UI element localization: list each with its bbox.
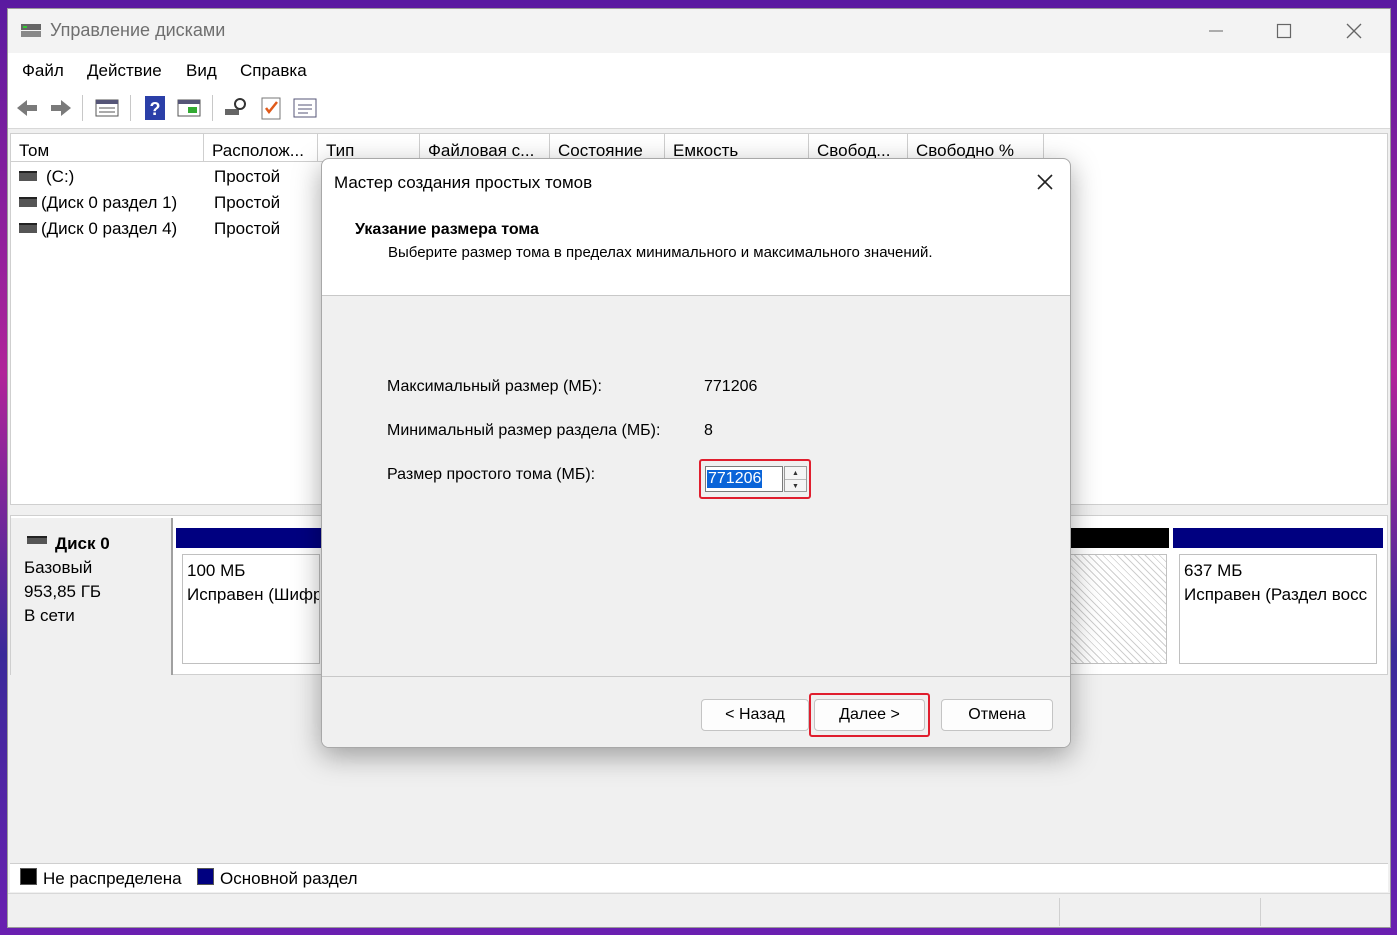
window-title: Управление дисками (50, 20, 226, 40)
partition-body: 637 МБ Исправен (Раздел восс (1179, 554, 1377, 664)
svg-text:?: ? (150, 99, 161, 119)
toolbar-separator (212, 95, 213, 121)
volume-layout: Простой (214, 167, 281, 186)
new-simple-volume-wizard: Мастер создания простых томов Указание р… (321, 158, 1071, 748)
close-window-button[interactable] (1324, 15, 1384, 47)
menu-action[interactable]: Действие (87, 61, 162, 81)
volume-size-label: Размер простого тома (МБ): (387, 466, 596, 483)
partition-body (1069, 554, 1167, 664)
next-button[interactable]: Далее > (814, 699, 925, 731)
partition-bar (176, 528, 326, 548)
chevron-up-icon: ▲ (792, 469, 799, 477)
legend-primary-label: Основной раздел (220, 869, 358, 888)
rescan-icon[interactable] (222, 95, 248, 121)
cancel-button[interactable]: Отмена (941, 699, 1053, 731)
partition-1[interactable]: 100 МБ Исправен (Шифр (176, 528, 326, 670)
menu-file[interactable]: Файл (22, 61, 64, 81)
back-button[interactable]: < Назад (701, 699, 809, 731)
col-header-volume[interactable]: Том (11, 134, 204, 162)
minimize-icon (1209, 30, 1223, 32)
disk-list-icon[interactable] (94, 95, 120, 121)
wizard-step-subtitle: Выберите размер тома в пределах минималь… (388, 244, 933, 261)
partition-bar (1173, 528, 1383, 548)
forward-arrow-icon[interactable] (48, 95, 74, 121)
status-separator (1059, 898, 1060, 926)
title-bar: Управление дисками (8, 9, 1390, 53)
close-icon (1346, 23, 1362, 39)
volume-size-input[interactable]: 771206 (705, 466, 783, 492)
maximize-button[interactable] (1254, 15, 1314, 47)
disk-status: В сети (24, 606, 75, 625)
volume-drive-icon (19, 223, 37, 233)
disk-size: 953,85 ГБ (24, 582, 102, 601)
volume-size-selected-text: 771206 (707, 470, 763, 488)
wizard-header: Указание размера тома Выберите размер то… (322, 203, 1070, 296)
col-header-layout[interactable]: Располож... (204, 134, 318, 162)
disk-type: Базовый (24, 558, 93, 577)
volume-name: (Диск 0 раздел 4) (41, 219, 178, 238)
partition-body: 100 МБ Исправен (Шифр (182, 554, 320, 664)
min-size-value: 8 (704, 422, 713, 439)
disk-icon (27, 536, 47, 544)
help-icon[interactable]: ? (142, 95, 168, 121)
properties-icon[interactable] (292, 95, 318, 121)
partition-recovery[interactable]: 637 МБ Исправен (Раздел восс (1173, 528, 1383, 670)
status-separator (1260, 898, 1261, 926)
chevron-down-icon: ▼ (792, 482, 799, 490)
stepper-down-button[interactable]: ▼ (785, 479, 806, 492)
dialog-close-button[interactable] (1030, 167, 1060, 197)
menu-help[interactable]: Справка (240, 61, 307, 81)
minimize-button[interactable] (1186, 15, 1246, 47)
volume-name: (C:) (46, 167, 75, 186)
volume-size-stepper: ▲ ▼ (784, 466, 807, 492)
next-button-highlight: Далее > (809, 693, 930, 737)
menu-bar: Файл Действие Вид Справка (8, 53, 1390, 87)
menu-view[interactable]: Вид (186, 61, 217, 81)
checklist-icon[interactable] (258, 95, 284, 121)
disk-management-app-icon (21, 24, 41, 37)
max-size-label: Максимальный размер (МБ): (387, 378, 602, 395)
partition-status: Исправен (Раздел восс (1184, 585, 1368, 604)
toolbar: ? (8, 87, 1390, 129)
disk-name: Диск 0 (55, 534, 110, 553)
min-size-label: Минимальный размер раздела (МБ): (387, 422, 661, 439)
partition-size: 637 МБ (1184, 561, 1243, 580)
back-arrow-icon[interactable] (14, 95, 40, 121)
legend: Не распределена Основной раздел (10, 863, 1388, 892)
wizard-body: Максимальный размер (МБ): 771206 Минимал… (322, 296, 1070, 676)
volume-drive-icon (19, 197, 37, 207)
partition-size: 100 МБ (187, 561, 246, 580)
maximize-icon (1276, 23, 1292, 39)
volume-layout: Простой (214, 193, 281, 212)
volume-name: (Диск 0 раздел 1) (41, 193, 178, 212)
disk-view-icon[interactable] (176, 95, 202, 121)
legend-primary-swatch (197, 868, 214, 885)
toolbar-separator (130, 95, 131, 121)
legend-unallocated-swatch (20, 868, 37, 885)
partition-bar (1069, 528, 1169, 548)
legend-unallocated-label: Не распределена (43, 869, 182, 888)
wizard-footer: < Назад Далее > Отмена (322, 676, 1070, 747)
status-bar (8, 893, 1390, 927)
stepper-up-button[interactable]: ▲ (785, 467, 806, 479)
close-icon (1037, 174, 1053, 190)
toolbar-separator (82, 95, 83, 121)
wizard-step-title: Указание размера тома (355, 221, 539, 238)
dialog-title: Мастер создания простых томов (334, 173, 593, 192)
volume-drive-icon (19, 171, 37, 181)
partition-status: Исправен (Шифр (187, 585, 320, 604)
volume-layout: Простой (214, 219, 281, 238)
disk-info-panel[interactable]: Диск 0 Базовый 953,85 ГБ В сети (11, 518, 173, 676)
volume-size-highlight: 771206 ▲ ▼ (699, 459, 811, 499)
partition-unallocated[interactable] (1069, 528, 1169, 670)
max-size-value: 771206 (704, 378, 758, 395)
